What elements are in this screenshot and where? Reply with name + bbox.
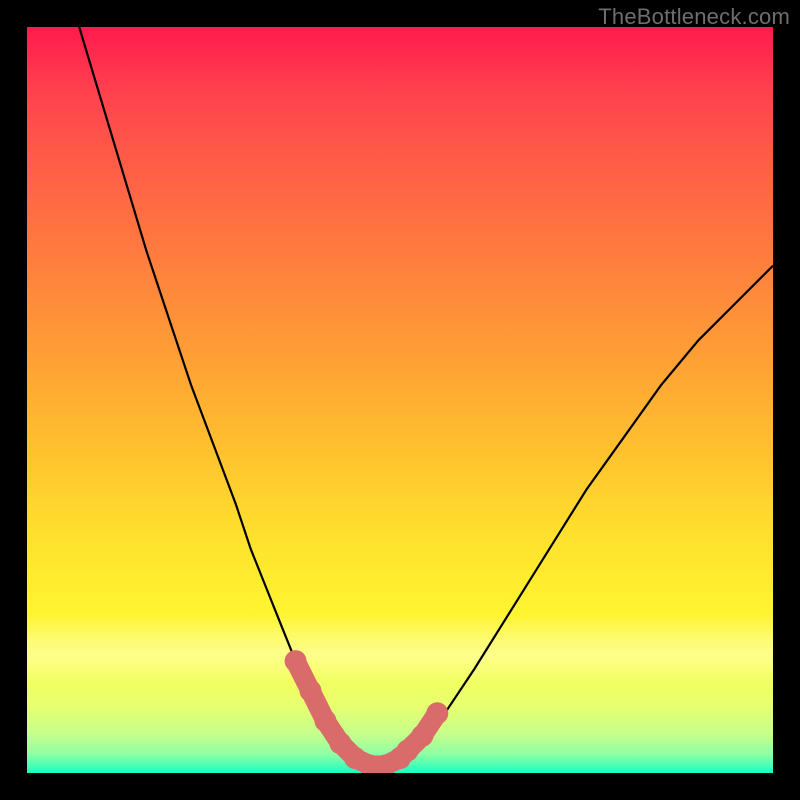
highlight-band: [27, 616, 773, 683]
plot-background: [27, 27, 773, 773]
chart-frame: TheBottleneck.com: [0, 0, 800, 800]
watermark-text: TheBottleneck.com: [598, 4, 790, 30]
